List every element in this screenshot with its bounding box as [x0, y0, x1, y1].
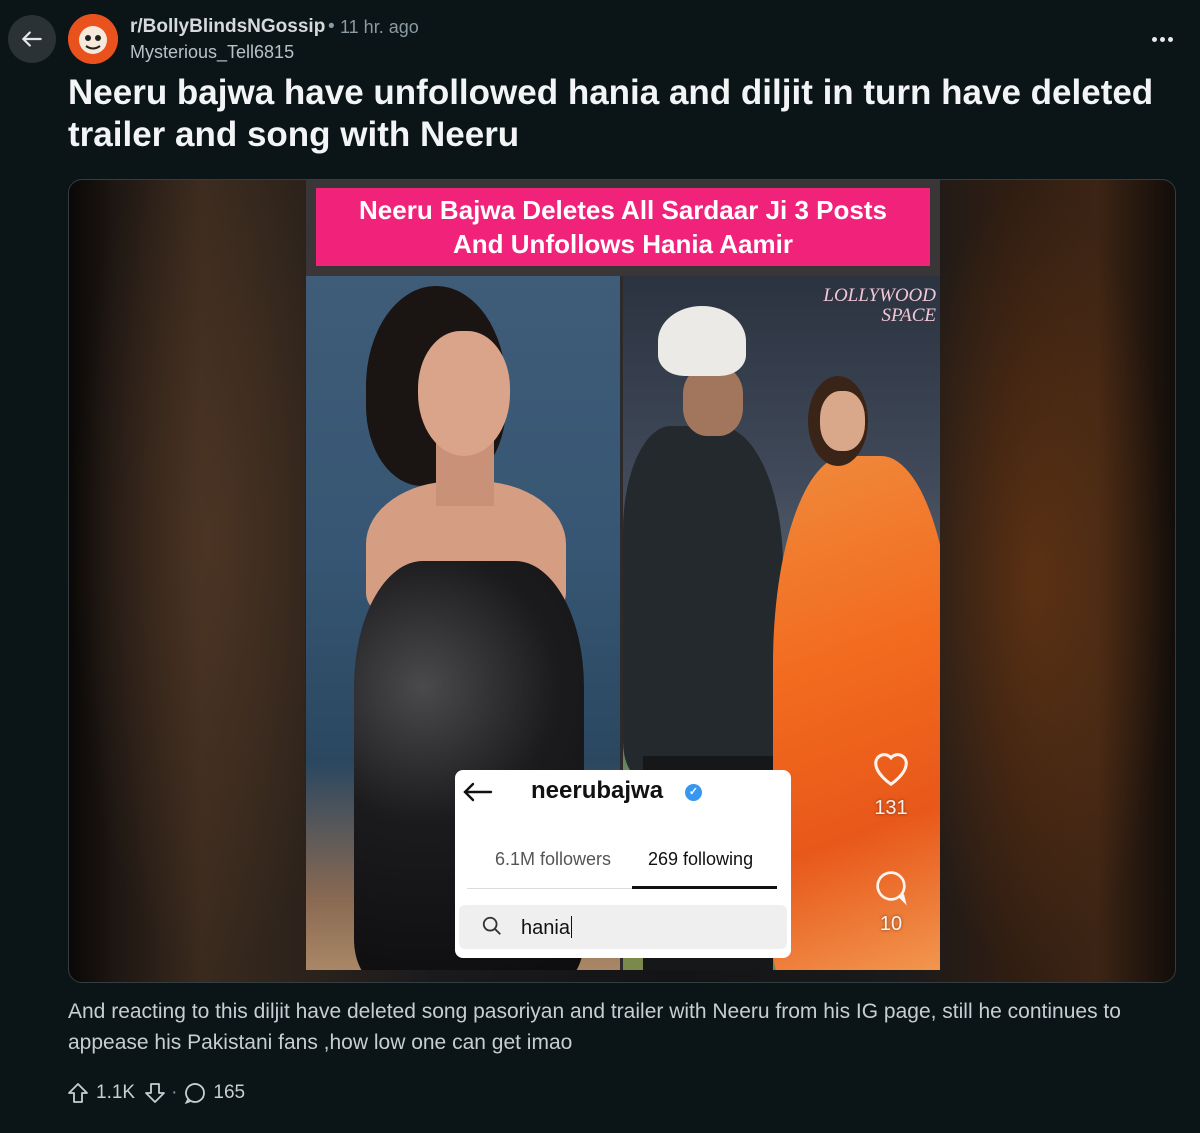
ig-active-tab-indicator	[632, 886, 777, 889]
post-author[interactable]: Mysterious_Tell6815	[130, 42, 294, 63]
post-body: And reacting to this diljit have deleted…	[68, 1000, 1121, 1054]
upvote-button[interactable]	[66, 1081, 90, 1105]
post-action-bar: 1.1K · 165	[66, 1078, 245, 1108]
speech-bubble-icon	[185, 1083, 206, 1105]
search-icon	[482, 916, 501, 935]
back-button[interactable]	[8, 15, 56, 63]
image-like-counter: 131	[866, 746, 916, 820]
arrow-left-icon	[22, 31, 42, 47]
post-title: Neeru bajwa have unfollowed hania and di…	[68, 73, 1154, 154]
downvote-button[interactable]	[143, 1081, 167, 1105]
ig-following-tab: 269 following	[648, 849, 754, 869]
ig-username: neerubajwa	[531, 777, 664, 804]
downvote-arrow-icon	[145, 1083, 165, 1103]
comments-button[interactable]: 165	[183, 1081, 245, 1105]
more-options-button[interactable]	[1140, 24, 1184, 54]
verified-badge-icon: ✓	[685, 784, 702, 801]
arrow-left-icon	[463, 782, 493, 802]
banner-line-1: Neeru Bajwa Deletes All Sardaar Ji 3 Pos…	[359, 195, 887, 225]
ellipsis-icon	[1151, 36, 1157, 42]
comment-bubble-icon	[876, 871, 907, 906]
instagram-following-card: neerubajwa ✓ 6.1M followers 269 followin…	[455, 770, 791, 958]
subreddit-avatar[interactable]	[68, 14, 118, 64]
heart-icon	[874, 753, 908, 787]
action-separator: ·	[171, 1082, 178, 1103]
ig-followers-tab: 6.1M followers	[495, 849, 612, 869]
post-media[interactable]: Neeru Bajwa Deletes All Sardaar Ji 3 Pos…	[68, 179, 1176, 983]
image-like-count: 131	[874, 797, 908, 819]
upvote-arrow-icon	[68, 1083, 88, 1103]
banner-line-2: And Unfollows Hania Aamir	[453, 229, 793, 259]
post-time: 11 hr. ago	[340, 17, 419, 37]
ig-search-field: hania	[459, 905, 787, 949]
image-headline-banner: Neeru Bajwa Deletes All Sardaar Ji 3 Pos…	[316, 188, 930, 266]
comment-count: 165	[213, 1082, 246, 1103]
subreddit-name[interactable]: r/BollyBlindsNGossip	[130, 16, 325, 38]
image-comment-count: 10	[879, 913, 903, 935]
post-image[interactable]: Neeru Bajwa Deletes All Sardaar Ji 3 Pos…	[306, 180, 940, 970]
image-comment-counter: 10	[866, 866, 916, 936]
watermark-logo: LOLLYWOOD SPACE	[823, 285, 936, 326]
meta-separator: •	[328, 16, 335, 37]
ig-search-value: hania	[521, 916, 572, 939]
vote-score: 1.1K	[96, 1082, 136, 1103]
